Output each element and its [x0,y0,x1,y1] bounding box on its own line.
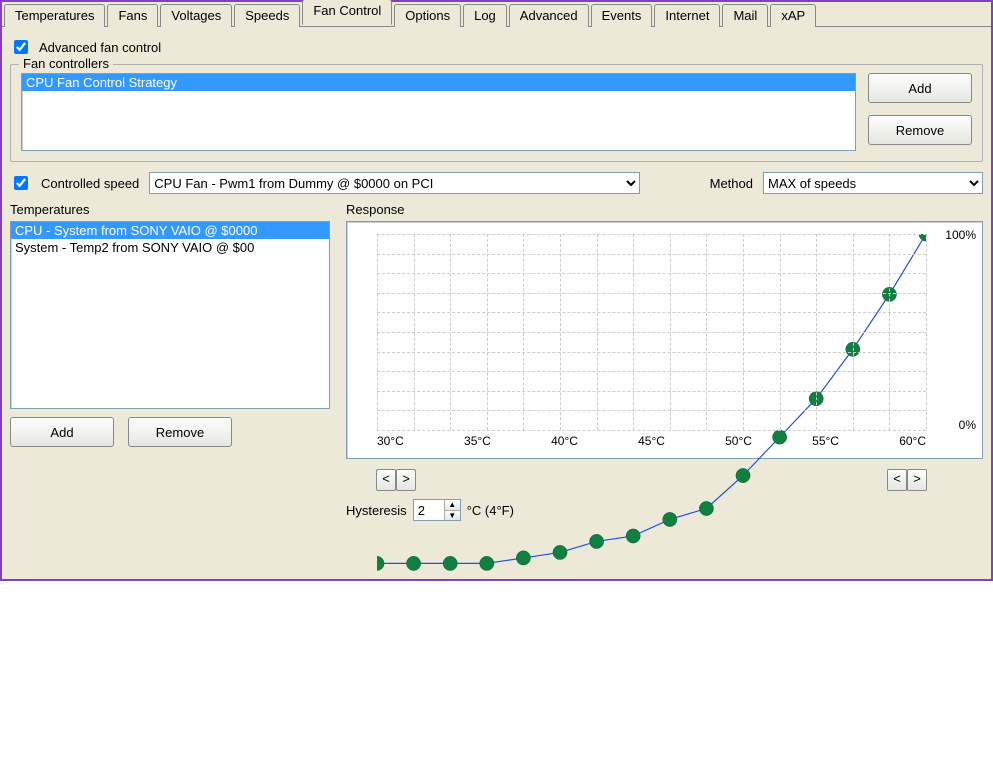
advanced-fan-control-label: Advanced fan control [39,40,161,55]
chart-ylabel-top: 100% [945,228,976,242]
chart-xtick: 40°C [551,434,578,450]
fan-controllers-title: Fan controllers [19,56,113,71]
tab-options[interactable]: Options [394,4,461,27]
chart-left-next-button[interactable]: > [396,469,416,491]
method-select[interactable]: MAX of speeds [763,172,983,194]
temperatures-list[interactable]: CPU - System from SONY VAIO @ $0000Syste… [10,221,330,409]
chart-xtick: 50°C [725,434,752,450]
controlled-speed-label: Controlled speed [41,176,139,191]
tab-temperatures[interactable]: Temperatures [4,4,105,27]
fan-controllers-remove-button[interactable]: Remove [868,115,972,145]
chart-xtick: 60°C [899,434,926,450]
chart-xtick: 30°C [377,434,404,450]
response-chart[interactable]: 30°C 35°C 40°C 45°C 50°C 55°C 60°C 100% 0% [346,221,983,459]
temperature-item[interactable]: CPU - System from SONY VAIO @ $0000 [11,222,329,239]
temperatures-add-button[interactable]: Add [10,417,114,447]
temperatures-remove-button[interactable]: Remove [128,417,232,447]
tab-log[interactable]: Log [463,4,507,27]
chart-right-prev-button[interactable]: < [887,469,907,491]
advanced-fan-control-checkbox[interactable] [14,40,28,54]
tab-advanced[interactable]: Advanced [509,4,589,27]
chart-xtick: 55°C [812,434,839,450]
method-label: Method [710,176,753,191]
tab-voltages[interactable]: Voltages [160,4,232,27]
tab-internet[interactable]: Internet [654,4,720,27]
chart-ylabel-bottom: 0% [959,418,976,432]
tab-xap[interactable]: xAP [770,4,816,27]
response-label: Response [346,202,983,217]
chart-xtick: 45°C [638,434,665,450]
controlled-speed-select[interactable]: CPU Fan - Pwm1 from Dummy @ $0000 on PCI [149,172,639,194]
chart-right-next-button[interactable]: > [907,469,927,491]
tab-fan-control[interactable]: Fan Control [302,0,392,25]
chart-xtick: 35°C [464,434,491,450]
temperature-item[interactable]: System - Temp2 from SONY VAIO @ $00 [11,239,329,256]
chart-left-prev-button[interactable]: < [376,469,396,491]
tab-events[interactable]: Events [591,4,653,27]
tab-bar: TemperaturesFansVoltagesSpeedsFan Contro… [2,2,991,26]
tab-fans[interactable]: Fans [107,4,158,27]
tab-mail[interactable]: Mail [722,4,768,27]
fan-controllers-list[interactable]: CPU Fan Control Strategy [21,73,856,151]
fan-controller-item[interactable]: CPU Fan Control Strategy [22,74,855,91]
tab-speeds[interactable]: Speeds [234,4,300,27]
controlled-speed-checkbox[interactable] [14,176,28,190]
fan-controllers-group: Fan controllers CPU Fan Control Strategy… [10,64,983,162]
fan-controllers-add-button[interactable]: Add [868,73,972,103]
temperatures-label: Temperatures [10,202,330,217]
